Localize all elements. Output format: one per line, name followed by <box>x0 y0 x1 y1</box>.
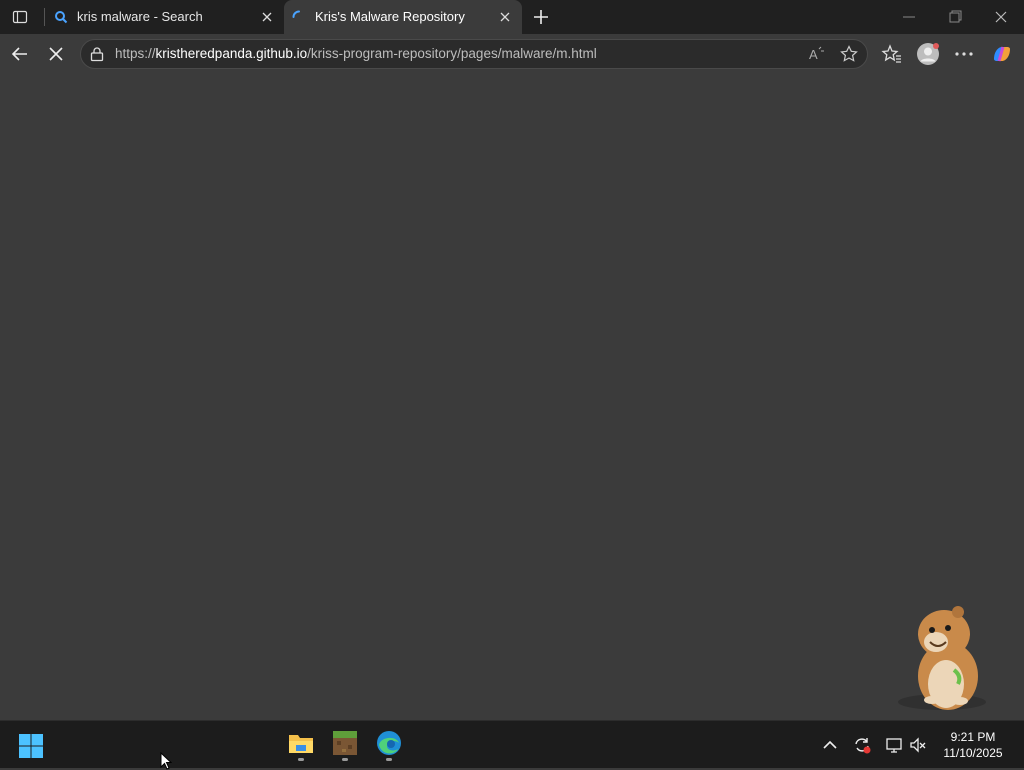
running-indicator <box>298 758 304 761</box>
edge-icon[interactable] <box>374 729 404 761</box>
file-explorer-icon[interactable] <box>286 729 316 761</box>
url-host: kristheredpanda.github.io <box>155 46 308 61</box>
restore-icon[interactable] <box>944 6 966 28</box>
search-icon <box>54 10 68 24</box>
page-content <box>0 74 1024 720</box>
running-indicator <box>386 758 392 761</box>
loading-spinner-icon <box>292 10 306 24</box>
tab-bar: kris malware - Search Kris's Malware Rep… <box>0 0 1024 34</box>
hamster-image <box>898 606 986 710</box>
tab-malware-repository[interactable]: Kris's Malware Repository <box>284 0 522 34</box>
system-clock[interactable]: 9:21 PM 11/10/2025 <box>936 729 1010 761</box>
close-tab-icon[interactable] <box>498 10 512 24</box>
more-menu-icon[interactable] <box>952 42 976 66</box>
tab-separator <box>44 8 45 26</box>
browser-toolbar: https://kristheredpanda.github.io/kriss-… <box>0 34 1024 74</box>
stop-loading-icon[interactable] <box>44 42 68 66</box>
lock-icon[interactable] <box>89 46 105 62</box>
favorites-icon[interactable] <box>880 42 904 66</box>
mouse-cursor-icon <box>160 752 172 770</box>
clock-time: 9:21 PM <box>950 730 996 744</box>
url-text[interactable]: https://kristheredpanda.github.io/kriss-… <box>115 46 597 61</box>
profile-avatar-icon[interactable] <box>916 42 940 66</box>
minecraft-icon[interactable] <box>330 729 360 761</box>
sync-icon[interactable] <box>852 735 872 755</box>
tab-title: kris malware - Search <box>77 9 203 24</box>
back-arrow-icon[interactable] <box>8 42 32 66</box>
tab-search[interactable]: kris malware - Search <box>46 0 284 34</box>
volume-muted-icon[interactable] <box>908 735 928 755</box>
url-prefix: https:// <box>115 46 156 61</box>
address-bar[interactable]: https://kristheredpanda.github.io/kriss-… <box>80 39 868 69</box>
clock-date: 11/10/2025 <box>943 746 1003 760</box>
favorite-star-icon[interactable] <box>839 44 859 64</box>
close-window-icon[interactable] <box>990 6 1012 28</box>
copilot-icon[interactable] <box>990 42 1014 66</box>
windows-start-icon[interactable] <box>18 733 44 759</box>
svg-text:A: A <box>809 47 818 62</box>
running-indicator <box>342 758 348 761</box>
read-aloud-icon[interactable]: A <box>807 44 827 64</box>
taskbar: 9:21 PM 11/10/2025 <box>0 720 1024 768</box>
display-icon[interactable] <box>884 735 904 755</box>
new-tab-icon[interactable] <box>530 6 552 28</box>
minimize-icon[interactable] <box>898 6 920 28</box>
tab-actions-icon[interactable] <box>8 6 32 28</box>
url-path: /kriss-program-repository/pages/malware/… <box>307 46 597 61</box>
show-hidden-icons-chevron[interactable] <box>820 735 840 755</box>
close-tab-icon[interactable] <box>260 10 274 24</box>
tab-title: Kris's Malware Repository <box>315 9 465 24</box>
